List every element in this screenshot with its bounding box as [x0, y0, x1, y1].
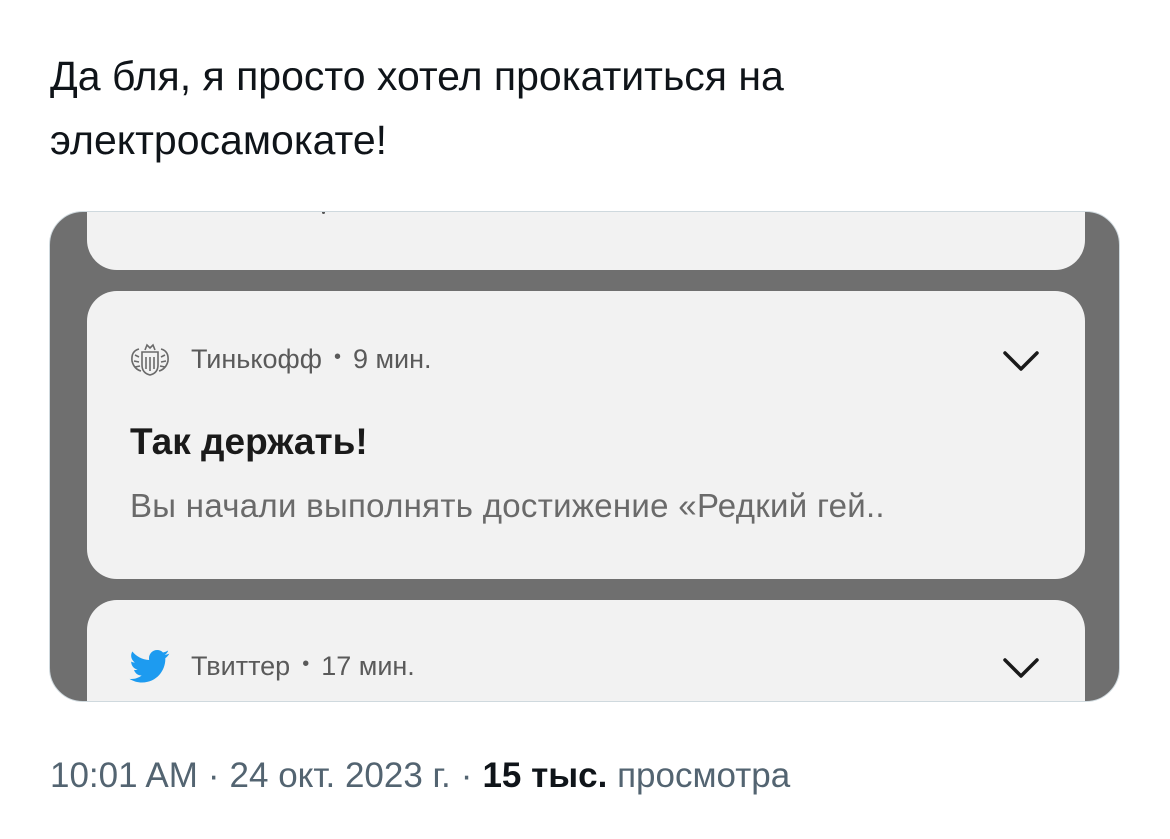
- tweet-metadata: 10:01 AM · 24 окт. 2023 г. · 15 тыс. просмот…: [50, 756, 790, 796]
- twitter-bird-icon: [129, 650, 170, 683]
- notification-time: 17 мин.: [321, 650, 415, 681]
- tweet-text: Да бля, я просто хотел прокатиться на эле…: [50, 44, 1110, 172]
- notification-card-twitter: Твиттер • 17 мин.: [87, 600, 1085, 701]
- tweet-text-line1: Да бля, я просто хотел прокатиться на: [50, 53, 784, 99]
- views-label[interactable]: просмотра: [617, 756, 790, 795]
- notification-card-partial: [87, 212, 1085, 270]
- notification-body: Вы начали выполнять достижение «Редкий г…: [130, 487, 885, 524]
- dot-mark: [322, 212, 325, 214]
- tweet-date[interactable]: 24 окт. 2023 г.: [230, 756, 451, 795]
- notification-separator: •: [302, 652, 310, 675]
- notification-card-tinkoff: Тинькофф • 9 мин. Так держать! Вы начали…: [87, 291, 1085, 579]
- notification-title: Так держать!: [130, 421, 368, 462]
- notification-header: Твиттер • 17 мин.: [127, 646, 415, 686]
- notification-app-name: Твиттер: [191, 650, 291, 681]
- notification-header: Тинькофф • 9 мин.: [127, 339, 432, 379]
- tinkoff-crest-icon: [131, 343, 169, 376]
- notification-time: 9 мин.: [352, 343, 432, 374]
- meta-separator: ·: [460, 756, 473, 795]
- chevron-down-icon[interactable]: [1001, 349, 1041, 373]
- chevron-down-icon[interactable]: [1001, 656, 1041, 680]
- notification-app-name: Тинькофф: [191, 343, 322, 374]
- tweet-text-line2: электросамокате!: [50, 117, 388, 163]
- meta-separator: ·: [207, 756, 220, 795]
- notification-separator: •: [333, 345, 341, 368]
- tweet-media-image[interactable]: Тинькофф • 9 мин. Так держать! Вы начали…: [49, 211, 1120, 702]
- views-count[interactable]: 15 тыс.: [482, 756, 607, 795]
- tweet-time[interactable]: 10:01 AM: [50, 756, 198, 795]
